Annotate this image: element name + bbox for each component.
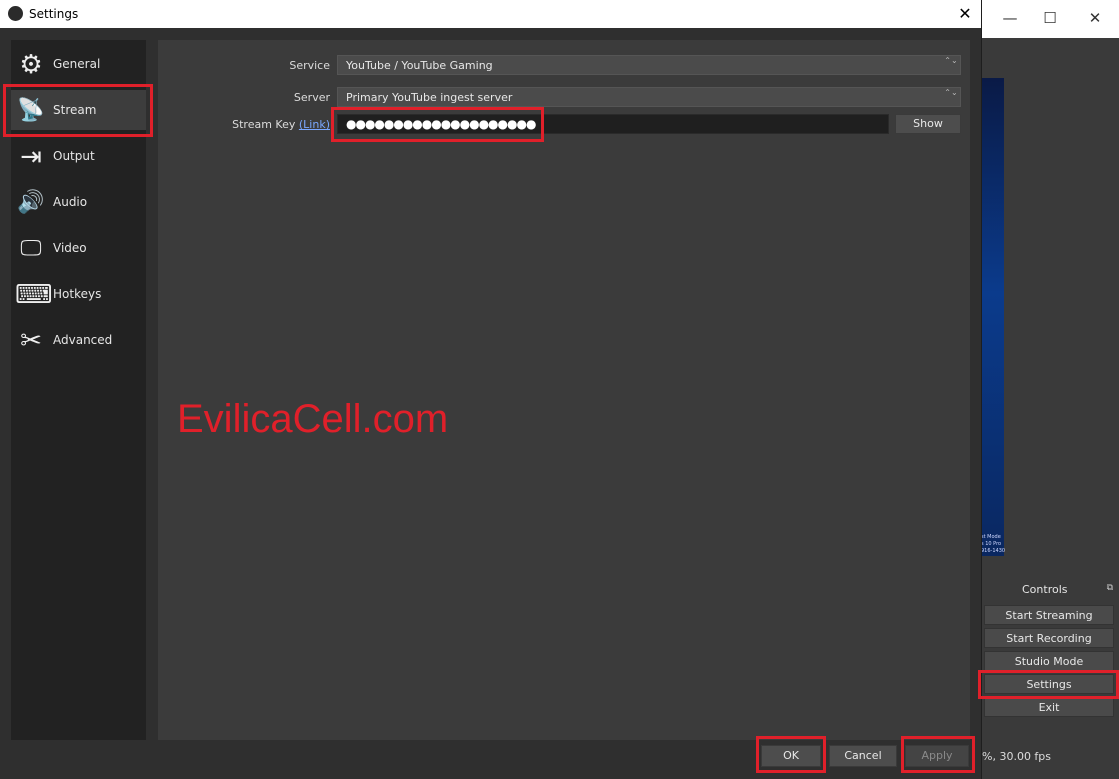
dialog-close-button[interactable]: ✕	[952, 2, 978, 26]
stream-key-label: Stream Key	[232, 118, 296, 131]
speaker-icon: 🔊	[17, 190, 45, 215]
combo-arrows-icon: ⌃⌄	[944, 56, 958, 65]
service-select[interactable]: YouTube / YouTube Gaming ⌃⌄	[337, 55, 961, 75]
preview-canvas[interactable]: st Mode s 10 Pro 916-1430	[980, 78, 1006, 556]
stream-key-label-group: Stream Key (Link)	[220, 118, 330, 131]
exit-button[interactable]: Exit	[984, 697, 1114, 717]
keyboard-icon: ⌨	[15, 280, 53, 310]
sidebar-item-audio[interactable]: 🔊 Audio	[11, 182, 146, 222]
cancel-button[interactable]: Cancel	[829, 745, 897, 767]
controls-title: Controls	[1022, 583, 1068, 596]
settings-sidebar: ⚙ General 📡 Stream ⇥ Output 🔊 Audio 🖵 Vi…	[11, 40, 146, 740]
service-value: YouTube / YouTube Gaming	[346, 59, 493, 72]
main-close-button[interactable]: ✕	[1085, 8, 1105, 28]
dialog-titlebar: Settings ✕	[0, 0, 981, 28]
highlight-stream-tab	[3, 84, 153, 137]
settings-content	[158, 40, 970, 740]
highlight-settings-button	[978, 670, 1119, 699]
studio-mode-button[interactable]: Studio Mode	[984, 651, 1114, 671]
sidebar-item-advanced[interactable]: ✂ Advanced	[11, 320, 146, 360]
sidebar-item-output[interactable]: ⇥ Output	[11, 136, 146, 176]
output-icon: ⇥	[20, 142, 42, 172]
sidebar-item-label: Advanced	[53, 333, 113, 347]
server-select[interactable]: Primary YouTube ingest server ⌃⌄	[337, 87, 961, 107]
server-value: Primary YouTube ingest server	[346, 91, 513, 104]
service-label: Service	[289, 59, 330, 72]
monitor-icon: 🖵	[20, 236, 42, 261]
sidebar-item-label: Video	[53, 241, 87, 255]
undock-icon[interactable]: ⧉	[1107, 583, 1113, 593]
maximize-button[interactable]: ☐	[1040, 8, 1060, 28]
sidebar-item-label: General	[53, 57, 101, 71]
main-window: — ☐ ✕ st Mode s 10 Pro 916-1430 Controls…	[980, 0, 1119, 779]
obs-logo-icon	[8, 6, 23, 21]
sidebar-item-label: Hotkeys	[53, 287, 102, 301]
preview-text: st Mode s 10 Pro 916-1430	[981, 534, 1006, 554]
sidebar-item-hotkeys[interactable]: ⌨ Hotkeys	[11, 274, 146, 314]
highlight-apply-button	[901, 736, 975, 773]
controls-header: Controls ⧉	[980, 580, 1119, 600]
start-recording-button[interactable]: Start Recording	[984, 628, 1114, 648]
tools-icon: ✂	[20, 326, 42, 356]
show-key-button[interactable]: Show	[895, 114, 961, 134]
gear-icon: ⚙	[19, 50, 43, 80]
combo-arrows-icon: ⌃⌄	[944, 88, 958, 97]
minimize-button[interactable]: —	[1000, 8, 1020, 28]
status-bar-fps: %, 30.00 fps	[982, 750, 1052, 763]
highlight-ok-button	[756, 736, 826, 773]
start-streaming-button[interactable]: Start Streaming	[984, 605, 1114, 625]
sidebar-item-label: Audio	[53, 195, 88, 209]
dialog-title: Settings	[29, 7, 79, 21]
highlight-stream-key	[331, 107, 544, 142]
server-label: Server	[293, 91, 330, 104]
sidebar-item-general[interactable]: ⚙ General	[11, 44, 146, 84]
sidebar-item-label: Output	[53, 149, 95, 163]
watermark-text: EvilicaCell.com	[177, 397, 449, 441]
sidebar-item-video[interactable]: 🖵 Video	[11, 228, 146, 268]
main-window-titlebar: — ☐ ✕	[980, 0, 1119, 38]
stream-key-link[interactable]: (Link)	[299, 118, 330, 131]
